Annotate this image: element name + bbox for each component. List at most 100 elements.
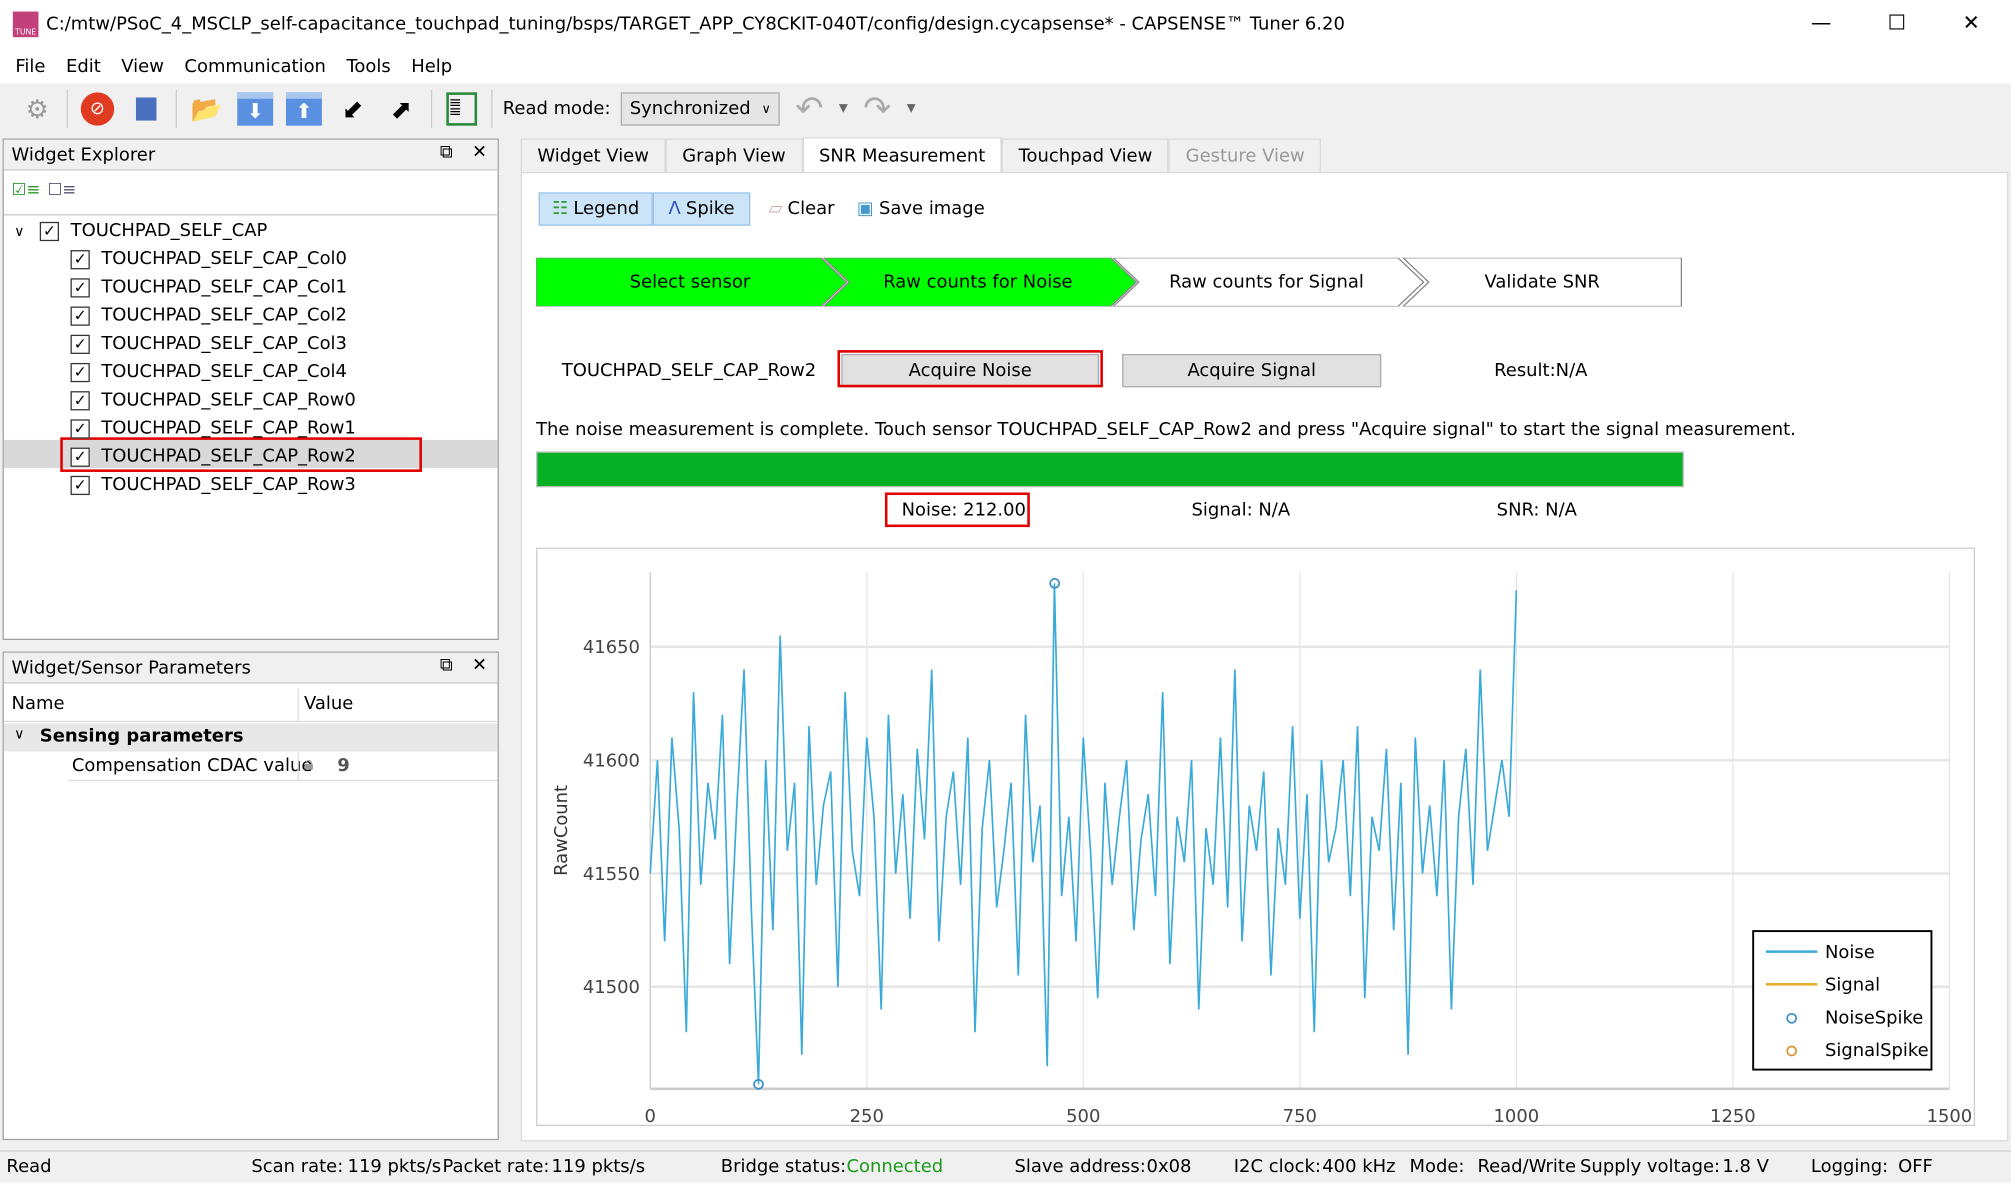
uncheck-all-icon[interactable]: ☐≡ — [47, 181, 76, 200]
tree-item[interactable]: ✓ TOUCHPAD_SELF_CAP_Row2 — [70, 442, 356, 470]
tab-touchpad-view[interactable]: Touchpad View — [1001, 138, 1169, 174]
group-sensing-parameters[interactable]: ∨ Sensing parameters — [3, 723, 498, 752]
menu-tools[interactable]: Tools — [346, 56, 390, 77]
menu-file[interactable]: File — [15, 56, 45, 77]
read-mode-select[interactable]: Synchronized ∨ — [620, 92, 780, 126]
gear-icon[interactable]: ⚙ — [18, 90, 56, 128]
legend-button[interactable]: ☷ Legend — [538, 192, 653, 226]
chevron-down-icon: ∨ — [761, 101, 771, 117]
export-icon[interactable]: ⬈ — [382, 90, 420, 128]
tab-widget-view[interactable]: Widget View — [520, 138, 666, 174]
x-tick-label: 250 — [850, 1106, 884, 1126]
column-header: Name Value — [3, 688, 498, 723]
float-icon[interactable]: ⧉ — [440, 142, 453, 163]
capsense-tuner-window: TUNE C:/mtw/PSoC_4_MSCLP_self-capacitanc… — [0, 0, 2011, 1183]
float-icon[interactable]: ⧉ — [440, 655, 453, 676]
menu-help[interactable]: Help — [411, 56, 452, 77]
packet-rate-label: Packet rate: — [442, 1156, 550, 1178]
column-value: Value — [303, 693, 354, 715]
widget-sensor-parameters-panel: Widget/Sensor Parameters ⧉ ✕ Name Value … — [2, 651, 499, 1141]
tree-item[interactable]: ✓ TOUCHPAD_SELF_CAP_Row3 — [70, 471, 356, 499]
checkbox[interactable]: ✓ — [70, 334, 90, 354]
tab-graph-view[interactable]: Graph View — [665, 138, 803, 174]
divider — [3, 214, 498, 216]
redo-dropdown-icon[interactable]: ▼ — [907, 103, 916, 116]
divider — [175, 89, 177, 129]
write-to-device-icon[interactable]: ⬆ — [285, 90, 323, 128]
menu-edit[interactable]: Edit — [66, 56, 101, 77]
tree-item-label: TOUCHPAD_SELF_CAP_Col1 — [101, 277, 347, 298]
undo-dropdown-icon[interactable]: ▼ — [839, 103, 848, 116]
parameters-header: Widget/Sensor Parameters ⧉ ✕ — [3, 652, 498, 684]
step-raw-counts-noise: Raw counts for Noise — [883, 271, 1073, 293]
chevron-down-icon[interactable]: ∨ — [14, 726, 24, 743]
divider — [66, 89, 68, 129]
stop-icon[interactable] — [127, 90, 165, 128]
checkbox[interactable]: ✓ — [70, 390, 90, 410]
minimize-button[interactable]: — — [1802, 10, 1840, 34]
panel-title: Widget Explorer — [11, 144, 156, 165]
checkbox[interactable]: ✓ — [70, 277, 90, 297]
undo-icon[interactable]: ↶ — [790, 90, 828, 128]
import-icon[interactable]: ⬋ — [333, 90, 371, 128]
snr-value: SNR: N/A — [1496, 500, 1577, 521]
checkbox[interactable]: ✓ — [70, 446, 90, 467]
legend-label: SignalSpike — [1825, 1040, 1929, 1061]
tree-item[interactable]: ✓ TOUCHPAD_SELF_CAP_Col2 — [70, 301, 347, 329]
legend-icon: ☷ — [552, 198, 569, 220]
tree-item[interactable]: ✓ TOUCHPAD_SELF_CAP_Col4 — [70, 358, 347, 386]
disconnect-icon[interactable]: ⊘ — [78, 90, 116, 128]
close-button[interactable]: ✕ — [1952, 10, 1990, 34]
tab-snr-measurement[interactable]: SNR Measurement — [802, 137, 1002, 174]
menu-communication[interactable]: Communication — [184, 56, 326, 77]
tree-item[interactable]: ✓ TOUCHPAD_SELF_CAP_Row1 — [70, 414, 356, 442]
check-all-icon[interactable]: ☑≡ — [12, 181, 41, 200]
status-state: Read — [6, 1156, 52, 1178]
tree-item[interactable]: ✓ TOUCHPAD_SELF_CAP_Col0 — [70, 245, 347, 273]
clear-button[interactable]: ▱ Clear — [762, 192, 842, 225]
logging-label: Logging: — [1810, 1156, 1889, 1178]
checkbox[interactable]: ✓ — [70, 249, 90, 269]
param-row[interactable]: Compensation CDAC value 🔒︎ 9 — [67, 752, 498, 782]
legend-label: Noise — [1825, 942, 1875, 963]
checkbox[interactable]: ✓ — [70, 418, 90, 438]
packet-rate-value: 119 pkts/s — [551, 1156, 646, 1178]
column-name: Name — [11, 693, 65, 715]
close-icon[interactable]: ✕ — [472, 142, 487, 163]
log-icon[interactable]: ≡ ≡ — [442, 90, 480, 128]
signal-value: Signal: N/A — [1191, 500, 1291, 521]
checkbox[interactable]: ✓ — [70, 305, 90, 326]
chevron-down-icon[interactable]: ∨ — [14, 223, 24, 240]
spike-button[interactable]: Λ Spike — [652, 192, 751, 226]
tree-item-label: TOUCHPAD_SELF_CAP_Row0 — [101, 389, 356, 411]
tree-root[interactable]: ∨ ✓ TOUCHPAD_SELF_CAP — [14, 217, 267, 245]
supply-voltage-value: 1.8 V — [1722, 1156, 1769, 1178]
tree-root-label: TOUCHPAD_SELF_CAP — [70, 220, 268, 242]
maximize-button[interactable]: ☐ — [1878, 10, 1916, 34]
tree-item-label: TOUCHPAD_SELF_CAP_Row2 — [101, 446, 356, 467]
window-title: C:/mtw/PSoC_4_MSCLP_self-capacitance_tou… — [46, 14, 1345, 35]
logging-value: OFF — [1898, 1156, 1933, 1178]
tree-item[interactable]: ✓ TOUCHPAD_SELF_CAP_Col3 — [70, 330, 347, 358]
widget-explorer-header: Widget Explorer ⧉ ✕ — [3, 139, 498, 171]
redo-icon[interactable]: ↷ — [858, 90, 896, 128]
progress-fill — [537, 452, 1683, 487]
slave-address-label: Slave address: — [1014, 1156, 1146, 1178]
x-tick-label: 1250 — [1710, 1106, 1756, 1126]
tree-item-label: TOUCHPAD_SELF_CAP_Col2 — [101, 305, 347, 326]
checkbox[interactable]: ✓ — [39, 221, 60, 241]
save-image-button[interactable]: ▣ Save image — [854, 192, 987, 225]
acquire-signal-button[interactable]: Acquire Signal — [1122, 353, 1382, 388]
close-icon[interactable]: ✕ — [472, 655, 487, 676]
checkbox[interactable]: ✓ — [70, 362, 90, 382]
legend-label: Signal — [1825, 975, 1880, 996]
checkbox[interactable]: ✓ — [70, 475, 90, 495]
read-from-device-icon[interactable]: ⬇ — [236, 90, 274, 128]
selected-sensor-label: TOUCHPAD_SELF_CAP_Row2 — [561, 360, 817, 381]
menu-view[interactable]: View — [121, 56, 164, 77]
read-mode-value: Synchronized — [629, 98, 751, 120]
tree-item-label: TOUCHPAD_SELF_CAP_Col3 — [101, 333, 347, 354]
tree-item[interactable]: ✓ TOUCHPAD_SELF_CAP_Row0 — [70, 386, 356, 414]
tree-item[interactable]: ✓ TOUCHPAD_SELF_CAP_Col1 — [70, 273, 347, 301]
open-folder-icon[interactable]: 📂 — [187, 90, 225, 128]
